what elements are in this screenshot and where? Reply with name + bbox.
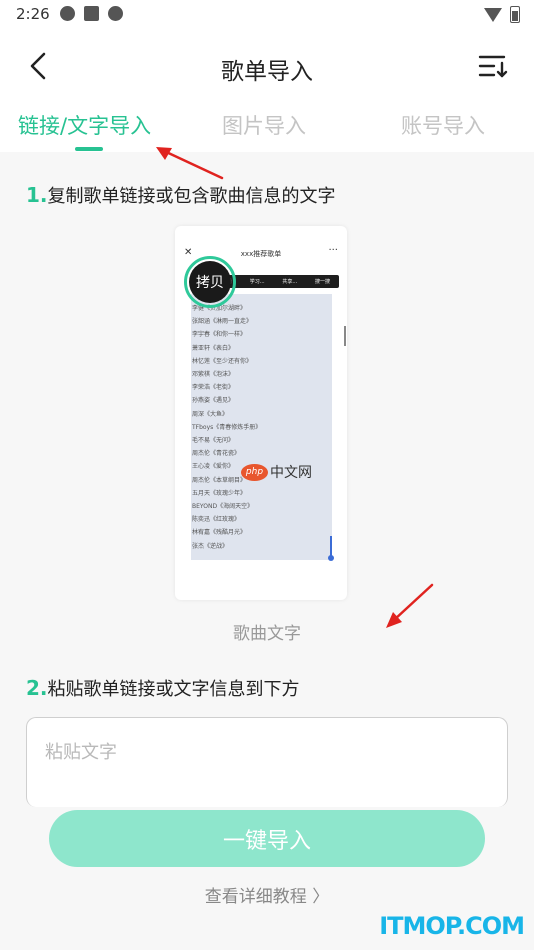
notification-icons [60, 6, 123, 21]
example-song-line: 孙燕姿《遇见》 [192, 397, 235, 405]
example-scrollbar [344, 326, 346, 346]
example-menu-item: 共享... [282, 279, 298, 285]
step-1-number: 1. [26, 183, 48, 207]
one-click-import-button[interactable]: 一键导入 [49, 810, 485, 867]
example-song-line: BEYOND《海阔天空》 [192, 503, 254, 511]
example-song-line: 张韶涵《淋雨一直走》 [192, 318, 253, 326]
example-song-line: TFboys《青春修炼手册》 [192, 423, 262, 431]
paste-placeholder: 粘贴文字 [45, 742, 117, 763]
tab-image[interactable]: 图片导入 [222, 110, 306, 140]
a-app-icon [84, 6, 99, 21]
step-2-instruction: 2.粘贴歌单链接或文字信息到下方 [26, 675, 300, 701]
step-1-text: 复制歌单链接或包含歌曲信息的文字 [47, 186, 336, 207]
wifi-icon [484, 7, 502, 22]
example-menu-item: 学习... [249, 279, 265, 285]
status-bar: 2:26 [0, 0, 534, 30]
php-logo: php [241, 463, 268, 481]
red-arrow-icon [386, 583, 434, 628]
more-icon: ··· [328, 245, 338, 256]
example-song-list: 李健《贝加尔湖畔》 张韶涵《淋雨一直走》 李宇春《和你一样》 萧亚轩《表白》 林忆莲《至… [192, 302, 261, 553]
tab-link-text[interactable]: 链接/文字导入 [18, 110, 151, 140]
example-song-line: 毛不易《无问》 [192, 437, 235, 445]
example-song-line: 邓紫棋《泡沫》 [192, 371, 235, 379]
system-icons [484, 6, 520, 23]
php-cn-text: 中文网 [270, 465, 312, 481]
example-song-line: 张杰《逆战》 [192, 542, 229, 550]
copy-button: 拷贝 [189, 261, 231, 303]
aperture-icon [60, 6, 75, 21]
selection-handle-dot [328, 555, 334, 561]
red-arrow-icon [156, 147, 224, 180]
tab-account[interactable]: 账号导入 [401, 110, 485, 140]
php-watermark: php 中文网 [241, 462, 312, 482]
example-menu-item: 搜一搜 [315, 279, 331, 285]
example-song-line: 林忆莲《至少还有你》 [192, 357, 253, 365]
example-song-line: 李宇春《和你一样》 [192, 331, 247, 339]
example-song-line: 周杰伦《青花瓷》 [192, 450, 241, 458]
example-caption: 歌曲文字 [233, 624, 301, 644]
globe-icon [108, 6, 123, 21]
step-2-number: 2. [26, 676, 48, 700]
sort-button[interactable] [476, 50, 512, 82]
status-time: 2:26 [16, 5, 50, 23]
example-song-line: 林宥嘉《残酷月光》 [192, 529, 247, 537]
import-tabs: 链接/文字导入 图片导入 账号导入 [0, 102, 534, 152]
step-2-text: 粘贴歌单链接或文字信息到下方 [47, 679, 300, 700]
page-title: 歌单导入 [221, 59, 313, 85]
example-song-line: 周深《大鱼》 [192, 410, 229, 418]
example-song-line: 李荣浩《老街》 [192, 384, 235, 392]
paste-text-input[interactable]: 粘贴文字 [26, 717, 508, 807]
example-song-line: 五月天《玫瑰少年》 [192, 489, 247, 497]
view-tutorial-link[interactable]: 查看详细教程 〉 [0, 882, 534, 907]
sort-list-icon [478, 55, 508, 78]
battery-icon [510, 6, 520, 23]
site-watermark: ITMOP.COM [379, 912, 525, 940]
example-song-line: 陈奕迅《红玫瑰》 [192, 516, 241, 524]
example-song-line: 萧亚轩《表白》 [192, 344, 235, 352]
app-bar: 歌单导入 [0, 30, 534, 102]
step-1-instruction: 1.复制歌单链接或包含歌曲信息的文字 [26, 182, 336, 208]
tab-indicator [75, 147, 103, 151]
